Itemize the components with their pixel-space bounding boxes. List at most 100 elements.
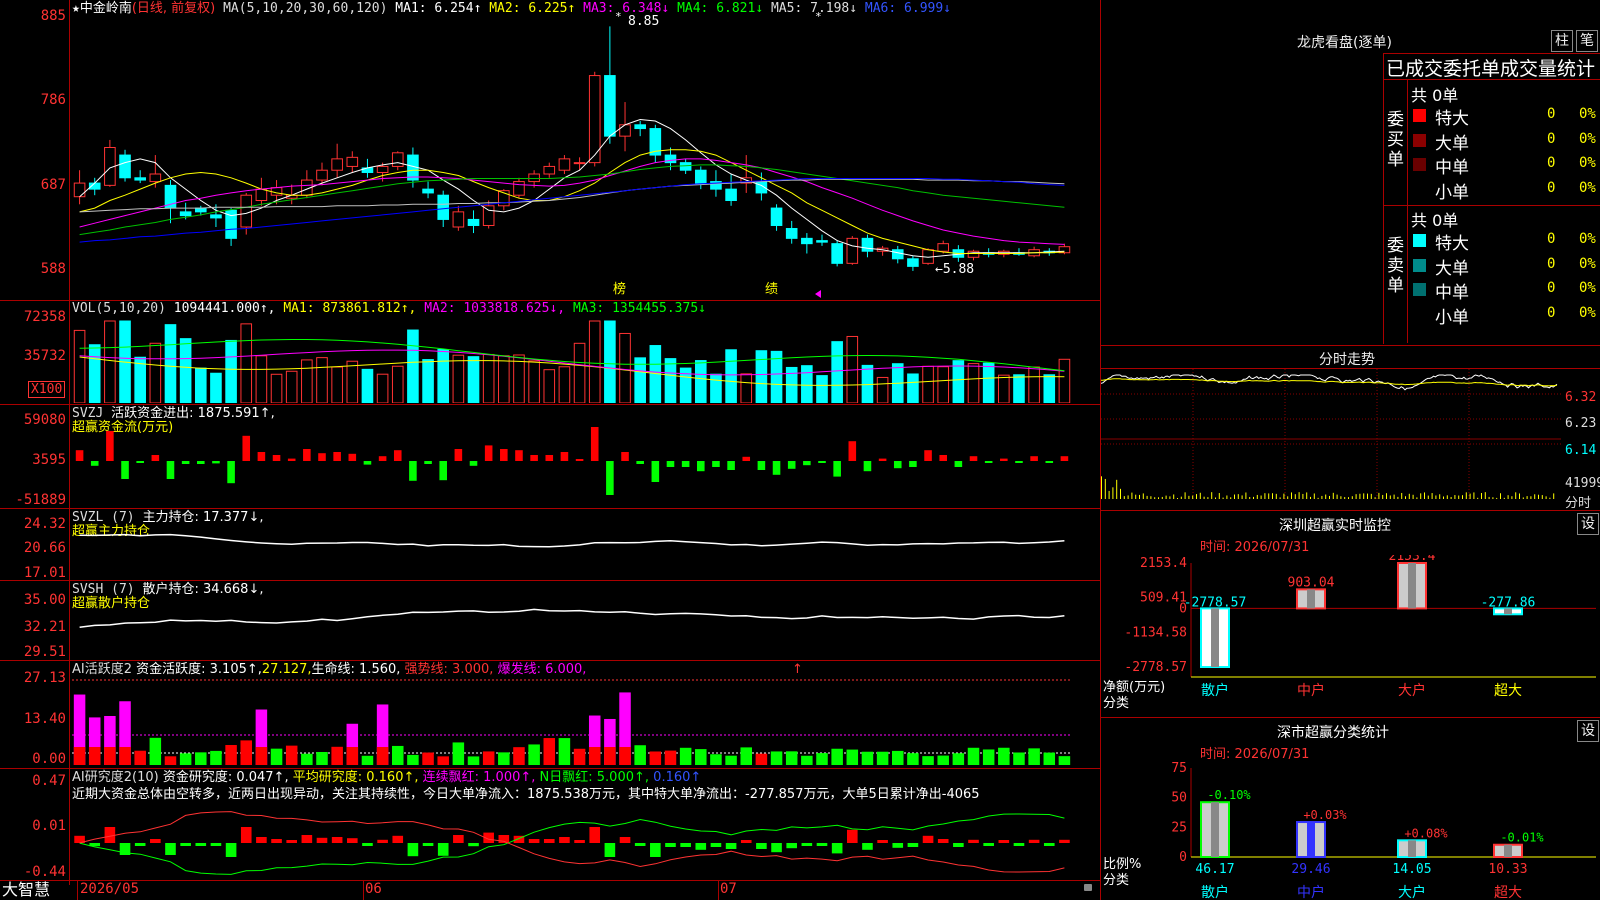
order-stats-tab[interactable]: 已成交委托单成交量统计 — [1386, 54, 1600, 81]
sz-bar-shade — [1408, 563, 1416, 609]
research-bar — [680, 843, 691, 847]
volume-pane[interactable]: VOL(5,10,20) 1094441.000↑, MA1: 873861.8… — [0, 300, 1100, 405]
money-flow-bar — [378, 456, 387, 461]
svzj-label: SVZJ — [72, 406, 104, 421]
intraday-volume-bar — [1139, 494, 1140, 499]
vol-unit-button[interactable]: X100 — [28, 381, 66, 398]
sz-settings-button[interactable]: 设 — [1577, 513, 1599, 535]
research-bar — [983, 843, 994, 846]
candle-body — [482, 205, 495, 226]
intraday-volume-bar — [1443, 496, 1444, 499]
intraday-volume-bar — [1283, 493, 1285, 499]
candlestick-chart[interactable] — [72, 15, 1098, 280]
money-flow-bar — [818, 461, 826, 463]
svzj-pane[interactable]: SVZJ 活跃资金进出: 1875.591↑, 超赢资金流(万元) 59080 … — [0, 404, 1100, 509]
intraday-volume-bar — [1192, 495, 1194, 499]
sell-order-name: 小单 — [1435, 307, 1469, 328]
intraday-volume-bar — [1397, 496, 1399, 499]
intraday-volume-bar — [1253, 496, 1254, 499]
buy-order-count: 0 — [1547, 155, 1556, 171]
sc-bar-shade — [1307, 822, 1315, 857]
ma2-value: MA2: 6.225↑ — [489, 1, 576, 16]
ai-research-pane[interactable]: AI研究度2(10) 资金研究度: 0.047↑, 平均研究度: 0.160↑,… — [0, 768, 1100, 881]
retail-holding-line — [79, 608, 1065, 629]
intraday-volume-bar — [1215, 497, 1216, 499]
activity-bar — [952, 753, 965, 765]
lock-icon[interactable] — [1084, 884, 1092, 891]
activity-bar — [528, 744, 540, 765]
research-bar — [710, 843, 722, 847]
volume-bar — [740, 373, 753, 403]
activity-base-bar — [604, 747, 616, 765]
research-bar — [877, 840, 888, 843]
ai1-value-c: 生命线: 1.560, — [311, 662, 401, 677]
sc-top-divider — [1101, 717, 1600, 718]
candle-body — [331, 158, 343, 171]
intraday-volume-bar — [1123, 496, 1125, 499]
intraday-volume-bar — [1481, 493, 1482, 499]
candle-body — [573, 162, 586, 165]
stock-name[interactable]: 中金岭南 — [80, 1, 132, 16]
sell-order-count: 0 — [1547, 280, 1556, 296]
research-bar — [286, 840, 297, 843]
intraday-volume-bar — [1268, 493, 1270, 499]
date-label-jul: 07 — [720, 881, 737, 897]
research-bar — [301, 835, 313, 843]
sell-orders-group: 委卖单 — [1387, 236, 1404, 296]
money-flow-bars — [75, 427, 1069, 495]
date-label-jun: 06 — [365, 881, 382, 897]
candle-body — [240, 194, 253, 228]
ai2-label: AI研究度2(10) — [72, 770, 159, 785]
money-flow-bar — [439, 461, 447, 481]
money-flow-bar — [272, 455, 281, 461]
ai-activity-pane[interactable]: AI活跃度2 资金活跃度: 3.105↑,27.127,生命线: 1.560, … — [0, 660, 1100, 769]
svzl-pane[interactable]: SVZL (7) 主力持仓: 17.377↓, 超赢主力持仓 24.32 20.… — [0, 508, 1100, 581]
ai1-arrow-icon: ↑ — [792, 662, 803, 677]
sc-bar-shade — [1504, 844, 1512, 857]
activity-bar — [982, 749, 995, 765]
candle-body — [452, 211, 465, 228]
ji-marker[interactable]: 绩 — [765, 282, 778, 297]
date-tick-2 — [718, 880, 719, 900]
bang-marker[interactable]: 榜 — [613, 282, 626, 297]
money-flow-bar — [363, 461, 372, 465]
ma-label: MA(5,10,20,30,60,120) — [223, 1, 388, 16]
tick-view-button[interactable]: 笔 — [1576, 30, 1598, 52]
buy-total: 共 0单 — [1411, 86, 1459, 105]
svzj-axis-1: 3595 — [32, 452, 66, 468]
money-flow-bar — [560, 452, 569, 461]
sc-settings-button[interactable]: 设 — [1577, 720, 1599, 742]
intraday-avg-line — [1101, 378, 1558, 387]
buy-order-count: 0 — [1547, 130, 1556, 147]
volume-bar — [694, 360, 707, 403]
candle-body — [346, 156, 359, 167]
sell-order-row: 大单 0 0% — [1409, 254, 1600, 279]
intraday-volume-bar — [1325, 494, 1327, 499]
intraday-volume-bar — [1272, 493, 1273, 499]
svsh-pane[interactable]: SVSH (7) 散户持仓: 34.668↓, 超赢散户持仓 35.00 32.… — [0, 580, 1100, 661]
candle-body — [831, 243, 843, 264]
candle-body — [422, 188, 434, 194]
candle-body — [376, 165, 389, 173]
money-flow-bar — [1015, 461, 1023, 463]
sc-axis-tick: 25 — [1171, 820, 1187, 835]
price-pane[interactable]: ★中金岭南(日线, 前复权) MA(5,10,20,30,60,120) MA1… — [0, 0, 1100, 300]
sz-axis-tick: -1134.58 — [1124, 625, 1187, 640]
svzj-value: 活跃资金进出: 1875.591↑, — [111, 406, 275, 421]
retail-holding-series — [79, 608, 1065, 629]
money-flow-bar — [212, 461, 220, 464]
column-view-button[interactable]: 柱 — [1551, 30, 1573, 52]
intraday-volume-bar — [1412, 494, 1414, 499]
intraday-volume-bar — [1222, 497, 1224, 499]
research-bar — [1059, 839, 1070, 843]
intraday-volume-bar — [1393, 494, 1395, 499]
research-bar — [1043, 843, 1055, 846]
money-flow-bar — [848, 441, 857, 461]
money-flow-bar — [621, 452, 629, 461]
buy-order-percent: 0% — [1579, 155, 1596, 171]
candle-body — [937, 243, 950, 252]
activity-bar — [785, 751, 798, 765]
date-label-may: 2026/05 — [80, 881, 140, 897]
research-bar — [468, 843, 479, 847]
intraday-chart[interactable] — [1101, 369, 1563, 509]
